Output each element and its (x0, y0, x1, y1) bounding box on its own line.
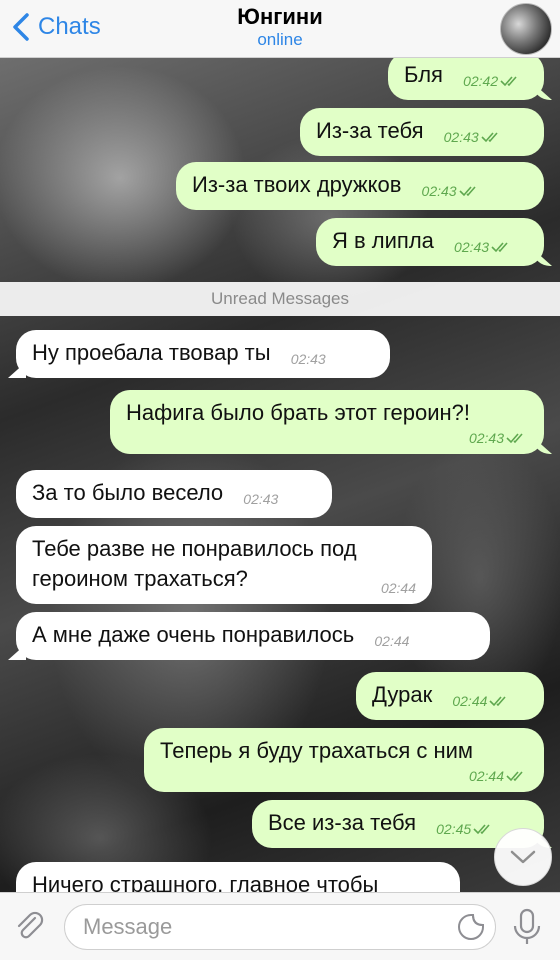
message-text: Дурак (372, 682, 433, 707)
message-text: Из-за твоих дружков (192, 172, 402, 197)
double-check-icon (506, 433, 523, 444)
message-time: 02:43 (422, 183, 481, 199)
chat-title-block[interactable]: Юнгини online (160, 4, 400, 50)
message-bubble[interactable]: А мне даже очень понравилось 02:44 (16, 612, 490, 660)
message-bubble[interactable]: Тебе разве не понравилось под героином т… (16, 526, 432, 604)
message-time: 02:45 (436, 821, 495, 837)
message-bubble[interactable]: Ничего страшного, главное чтобы (16, 862, 460, 892)
chevron-down-icon (510, 850, 536, 864)
chat-status: online (257, 30, 303, 49)
message-input-bar (0, 892, 560, 960)
message-text: Я в липла (332, 228, 434, 253)
message-time: 02:43 (454, 239, 513, 255)
message-time: 02:44 (160, 768, 528, 784)
message-text: Бля (404, 62, 443, 87)
avatar[interactable] (500, 3, 552, 55)
message-text: За то было весело (32, 480, 224, 505)
unread-messages-divider: Unread Messages (0, 282, 560, 316)
message-text: Ну проебала твовар ты (32, 340, 271, 365)
message-time: 02:43 (290, 351, 326, 367)
message-text: Из-за тебя (316, 118, 424, 143)
message-bubble[interactable]: Из-за твоих дружков 02:43 (176, 162, 544, 210)
message-field (64, 904, 496, 950)
message-bubble[interactable]: Теперь я буду трахаться с ним 02:44 (144, 728, 544, 792)
microphone-icon[interactable] (510, 907, 544, 947)
double-check-icon (459, 186, 476, 197)
chevron-left-icon (13, 13, 29, 41)
message-bubble[interactable]: Я в липла 02:43 (316, 218, 544, 266)
message-text: Теперь я буду трахаться с ним (160, 738, 474, 763)
message-text: Нафига было брать этот героин?! (126, 400, 471, 425)
scroll-down-button[interactable] (494, 828, 552, 886)
message-text: Все из-за тебя (268, 810, 417, 835)
back-button[interactable]: Chats (10, 10, 101, 44)
sticker-icon[interactable] (457, 913, 485, 941)
message-bubble[interactable]: Бля 02:42 (388, 58, 544, 100)
message-time: 02:42 (463, 73, 522, 89)
message-bubble[interactable]: Нафига было брать этот героин?! 02:43 (110, 390, 544, 454)
chat-title: Юнгини (237, 4, 323, 29)
message-text: А мне даже очень понравилось (32, 622, 355, 647)
message-list[interactable]: Бля 02:42 Из-за тебя 02:43 Из-за твоих д… (0, 58, 560, 892)
message-bubble[interactable]: Дурак 02:44 (356, 672, 544, 720)
back-label: Chats (38, 13, 101, 40)
chat-header: Chats Юнгини online (0, 0, 560, 58)
message-bubble[interactable]: За то было весело 02:43 (16, 470, 332, 518)
message-bubble[interactable]: Из-за тебя 02:43 (300, 108, 544, 156)
message-text: Ничего страшного, главное чтобы (32, 872, 379, 892)
message-time: 02:43 (126, 430, 528, 446)
message-time: 02:44 (374, 633, 410, 649)
double-check-icon (489, 696, 507, 707)
double-check-icon (506, 771, 523, 782)
message-input[interactable] (83, 905, 443, 949)
double-check-icon (473, 824, 490, 835)
double-check-icon (481, 132, 498, 143)
message-time: 02:44 (452, 693, 511, 709)
double-check-icon (491, 242, 508, 253)
message-bubble[interactable]: Ну проебала твовар ты 02:43 (16, 330, 390, 378)
message-time: 02:43 (444, 129, 503, 145)
message-time: 02:43 (243, 491, 279, 507)
paperclip-icon[interactable] (12, 909, 48, 945)
double-check-icon (500, 76, 517, 87)
